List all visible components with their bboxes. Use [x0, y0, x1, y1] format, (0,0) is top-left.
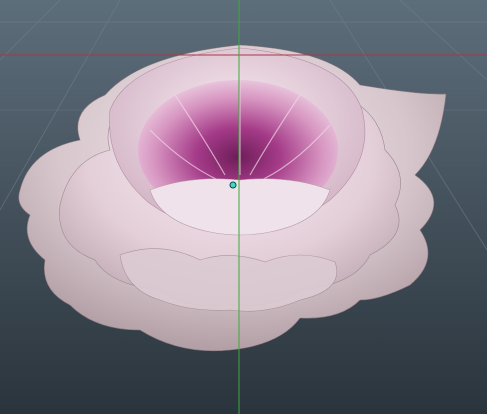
viewport-canvas[interactable] [0, 0, 487, 414]
3d-viewport[interactable] [0, 0, 487, 414]
pivot-point-icon[interactable] [229, 181, 237, 189]
